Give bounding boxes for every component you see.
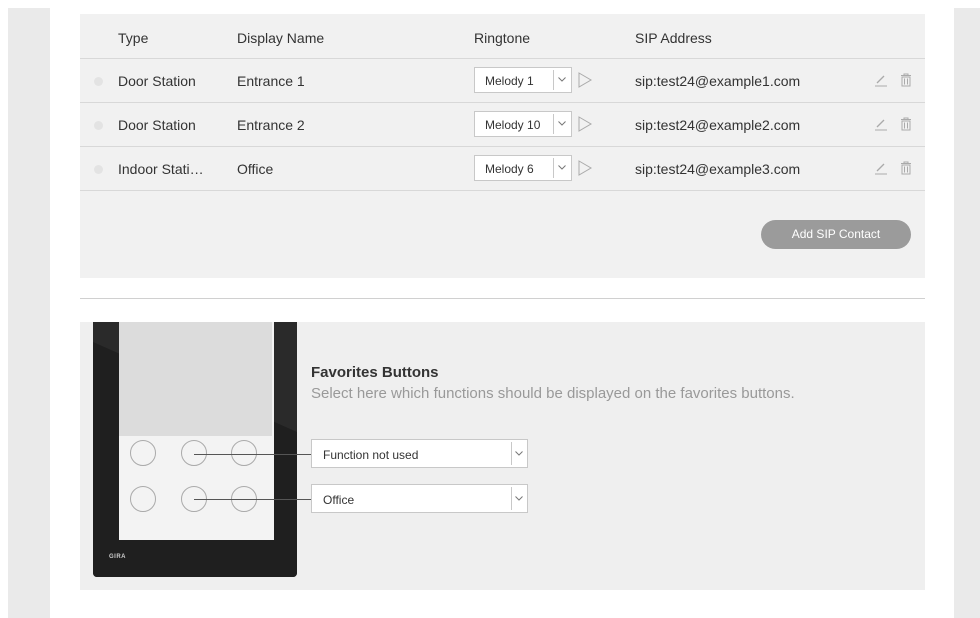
favorite-select-value: Function not used bbox=[323, 448, 419, 462]
trash-icon[interactable] bbox=[900, 161, 912, 180]
chevron-down-icon[interactable] bbox=[553, 70, 569, 90]
column-header-sip-address: SIP Address bbox=[635, 30, 712, 46]
contact-display-name: Office bbox=[237, 161, 274, 177]
ringtone-select-value: Melody 10 bbox=[485, 118, 541, 132]
right-gutter bbox=[954, 8, 980, 618]
favorites-description: Select here which functions should be di… bbox=[311, 385, 795, 402]
column-header-type: Type bbox=[118, 30, 149, 46]
status-dot bbox=[94, 77, 103, 86]
add-sip-contact-button[interactable]: Add SIP Contact bbox=[761, 220, 911, 249]
section-divider bbox=[80, 298, 925, 299]
ringtone-select[interactable]: Melody 6 bbox=[474, 155, 572, 181]
chevron-down-icon[interactable] bbox=[511, 442, 525, 465]
device-screen bbox=[119, 322, 272, 436]
chevron-down-icon[interactable] bbox=[553, 114, 569, 134]
table-row: Door Station Entrance 1 Melody 1 sip:tes… bbox=[80, 58, 925, 103]
favorite-button-2-select[interactable]: Office bbox=[311, 484, 528, 513]
contact-sip-address: sip:test24@example1.com bbox=[635, 73, 801, 89]
play-icon[interactable] bbox=[578, 72, 592, 93]
left-gutter bbox=[8, 8, 50, 618]
chevron-down-icon[interactable] bbox=[511, 487, 525, 510]
device-button bbox=[130, 486, 156, 512]
table-row: Door Station Entrance 2 Melody 10 sip:te… bbox=[80, 102, 925, 147]
ringtone-select[interactable]: Melody 1 bbox=[474, 67, 572, 93]
play-icon[interactable] bbox=[578, 116, 592, 137]
contact-display-name: Entrance 1 bbox=[237, 73, 305, 89]
column-header-display-name: Display Name bbox=[237, 30, 325, 46]
trash-icon[interactable] bbox=[900, 73, 912, 92]
device-button bbox=[181, 440, 207, 466]
contact-type: Indoor Stati… bbox=[118, 161, 204, 177]
table-row: Indoor Stati… Office Melody 6 sip:test24… bbox=[80, 146, 925, 191]
favorites-title: Favorites Buttons bbox=[311, 364, 439, 381]
contact-sip-address: sip:test24@example3.com bbox=[635, 161, 801, 177]
connector-line bbox=[194, 499, 311, 500]
favorite-button-1-select[interactable]: Function not used bbox=[311, 439, 528, 468]
favorite-select-value: Office bbox=[323, 493, 355, 507]
table-header: Type Display Name Ringtone SIP Address bbox=[80, 14, 925, 59]
ringtone-select-value: Melody 6 bbox=[485, 162, 534, 176]
status-dot bbox=[94, 121, 103, 130]
status-dot bbox=[94, 165, 103, 174]
connector-line bbox=[194, 454, 311, 455]
device-illustration: GIRA bbox=[93, 322, 297, 577]
pencil-icon[interactable] bbox=[874, 117, 888, 136]
trash-icon[interactable] bbox=[900, 117, 912, 136]
contact-type: Door Station bbox=[118, 117, 196, 133]
play-icon[interactable] bbox=[578, 160, 592, 181]
pencil-icon[interactable] bbox=[874, 73, 888, 92]
device-logo: GIRA bbox=[109, 554, 126, 560]
contact-sip-address: sip:test24@example2.com bbox=[635, 117, 801, 133]
contact-display-name: Entrance 2 bbox=[237, 117, 305, 133]
sip-contacts-panel: Type Display Name Ringtone SIP Address D… bbox=[80, 14, 925, 278]
column-header-ringtone: Ringtone bbox=[474, 30, 531, 46]
chevron-down-icon[interactable] bbox=[553, 158, 569, 178]
pencil-icon[interactable] bbox=[874, 161, 888, 180]
ringtone-select[interactable]: Melody 10 bbox=[474, 111, 572, 137]
ringtone-select-value: Melody 1 bbox=[485, 74, 534, 88]
contact-type: Door Station bbox=[118, 73, 196, 89]
device-button bbox=[130, 440, 156, 466]
favorites-panel: GIRA Favorites Buttons Select here which… bbox=[80, 322, 925, 590]
device-button bbox=[231, 440, 257, 466]
